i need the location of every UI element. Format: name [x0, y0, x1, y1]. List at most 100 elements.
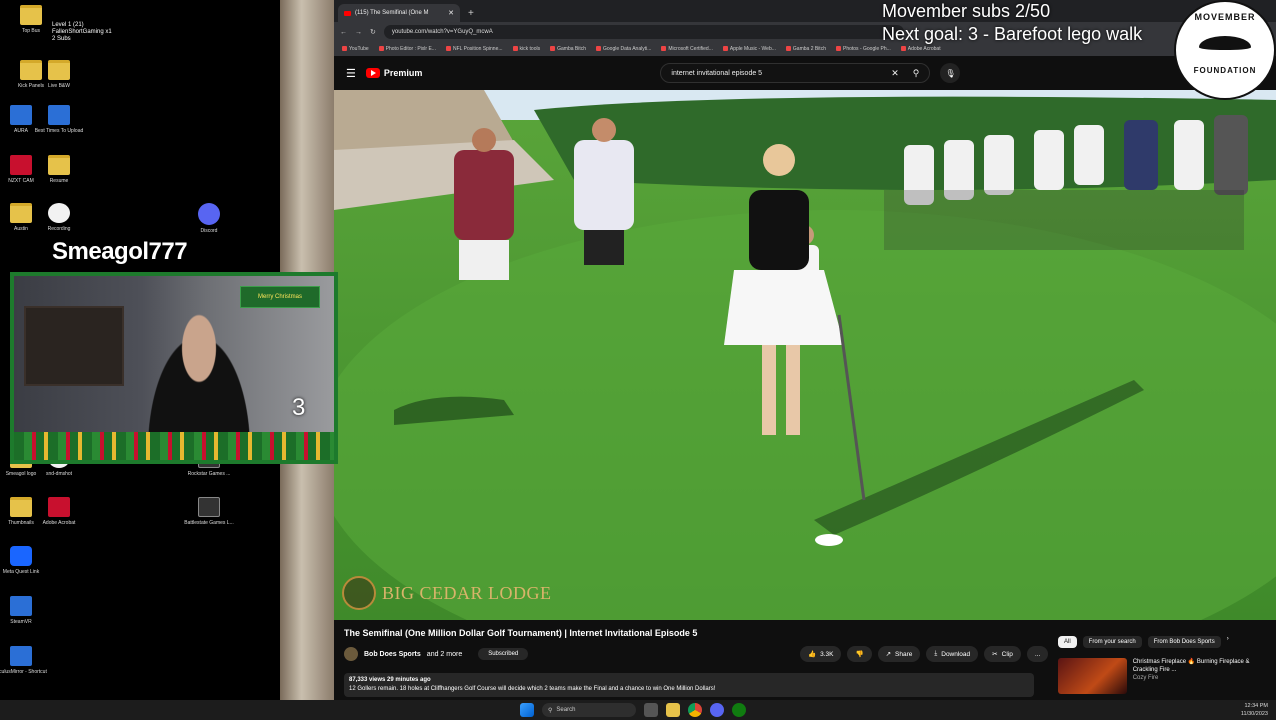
cam-sign: Merry Christmas	[240, 286, 320, 308]
bookmark-item[interactable]: kick tools	[513, 46, 541, 52]
folder-icon	[10, 203, 32, 223]
alert-line-1: Level 1 (21)	[52, 22, 84, 28]
app-icon	[10, 546, 32, 566]
youtube-tab-icon	[344, 10, 351, 16]
subscribed-button[interactable]: Subscribed	[478, 648, 529, 660]
desktop-icon-label: SteamVR	[10, 619, 32, 625]
chevron-right-icon[interactable]: ›	[1227, 636, 1229, 648]
thumbs-up-icon: 👍	[808, 651, 817, 658]
desktop-icon-label: Resume	[49, 178, 69, 184]
desktop-icon[interactable]: Discord	[182, 203, 236, 234]
bookmark-item[interactable]: Google Data Analyti...	[596, 46, 651, 52]
chrome-icon[interactable]	[688, 703, 702, 717]
taskbar-search[interactable]: ⚲ Search	[542, 703, 636, 717]
scissors-icon: ✂	[992, 651, 998, 658]
desktop-icon[interactable]: Live B&W	[32, 60, 86, 89]
desktop-icon-label: Adobe Acrobat	[42, 520, 76, 526]
file-explorer-icon[interactable]	[666, 703, 680, 717]
reload-icon[interactable]: ↻	[370, 28, 376, 36]
goal-line-2: Next goal: 3 - Barefoot lego walk	[882, 24, 1143, 44]
desktop-icon[interactable]: OculusMirror - Shortcut	[0, 646, 48, 675]
description-text: 12 Gollers remain. 18 holes at Cliffhang…	[349, 686, 716, 692]
mustache-icon	[1199, 36, 1251, 50]
bookmark-item[interactable]: Apple Music - Web...	[723, 46, 776, 52]
desktop-icon[interactable]: Best Times To Upload	[32, 105, 86, 134]
bookmark-item[interactable]: Photos - Google Ph...	[836, 46, 891, 52]
channel-avatar[interactable]	[344, 647, 358, 661]
big-cedar-lodge-watermark: BIG CEDAR LODGE	[342, 576, 552, 610]
views-line: 87,333 views 29 minutes ago	[349, 677, 431, 683]
thumbs-down-icon: 👎	[855, 651, 864, 658]
download-button[interactable]: ⤓ Download	[926, 646, 979, 662]
desktop-icon[interactable]: Top Bus	[4, 5, 58, 34]
desktop-icon[interactable]: Resume	[32, 155, 86, 184]
like-count: 3.3K	[820, 650, 834, 658]
bookmark-item[interactable]: Photo Editor : Pixlr E...	[379, 46, 436, 52]
bookmark-item[interactable]: YouTube	[342, 46, 369, 52]
filter-chips: All From your search From Bob Does Sport…	[1058, 636, 1272, 648]
taskbar-search-placeholder: Search	[556, 707, 576, 713]
more-icon: ...	[1034, 650, 1041, 658]
app-icon	[48, 203, 70, 223]
screen: Top Bus Kick Panels Live B&W AURA Best Times…	[0, 0, 1276, 720]
bookmark-item[interactable]: NFL Position Spinne...	[446, 46, 503, 52]
description-box[interactable]: 87,333 views 29 minutes ago 12 Gollers r…	[344, 673, 1034, 697]
desktop-icon-label: NZXT CAM	[8, 178, 34, 184]
share-label: Share	[895, 650, 913, 658]
channel-name[interactable]: Bob Does Sports	[364, 651, 421, 658]
task-view-icon[interactable]	[644, 703, 658, 717]
clip-button[interactable]: ✂ Clip	[984, 646, 1021, 662]
bookmark-item[interactable]: Gamba Bitch	[550, 46, 586, 52]
app-icon	[10, 155, 32, 175]
clear-search-icon[interactable]: ✕	[891, 68, 899, 79]
system-tray[interactable]: 12:34 PM 11/30/2023	[1241, 702, 1268, 718]
bookmark-item[interactable]: Microsoft Certified...	[661, 46, 712, 52]
more-actions-button[interactable]: ...	[1026, 646, 1049, 662]
back-icon[interactable]: ←	[340, 29, 347, 36]
close-tab-icon[interactable]: ✕	[448, 9, 454, 17]
search-query: internet invitational episode 5	[671, 69, 763, 77]
desktop-icon-label: Discord	[200, 228, 218, 234]
taskbar: ⚲ Search 12:34 PM 11/30/2023	[0, 700, 1276, 720]
desktop-icon[interactable]: SteamVR	[0, 596, 48, 625]
menu-icon[interactable]: ☰	[346, 67, 356, 80]
chip-all[interactable]: All	[1058, 636, 1077, 648]
voice-search-icon[interactable]: 🎙	[940, 63, 961, 83]
xbox-icon[interactable]	[732, 703, 746, 717]
alert-line-2: FallenShortGaming x1	[52, 29, 112, 35]
desktop-icon[interactable]: Recording	[32, 203, 86, 232]
stream-name: Smeagol777	[52, 238, 188, 265]
video-player[interactable]: BIG CEDAR LODGE	[334, 90, 1276, 620]
recommended-video[interactable]: Christmas Fireplace 🔥 Burning Fireplace …	[1058, 658, 1272, 694]
download-icon: ⤓	[934, 650, 938, 657]
dislike-button[interactable]: 👎	[847, 646, 872, 662]
like-button[interactable]: 👍 3.3K	[800, 646, 842, 662]
chip-from-channel[interactable]: From Bob Does Sports	[1147, 636, 1221, 648]
app-icon	[198, 497, 220, 517]
windows-start-icon[interactable]	[520, 703, 534, 717]
rec-thumbnail[interactable]	[1058, 658, 1127, 694]
desktop-icon-label: AURA	[14, 128, 28, 134]
search-input[interactable]: internet invitational episode 5 ✕ ⚲	[660, 63, 931, 83]
desktop-icon[interactable]: Adobe Acrobat	[32, 497, 86, 526]
discord-icon[interactable]	[710, 703, 724, 717]
youtube-logo[interactable]: Premium	[365, 68, 422, 78]
desktop-icon[interactable]: Battlestate Games L...	[182, 497, 236, 526]
bookmark-item[interactable]: Adobe Acrobat	[901, 46, 941, 52]
search-icon[interactable]: ⚲	[913, 68, 920, 79]
video-frame	[334, 90, 1276, 620]
channel-more[interactable]: and 2 more	[427, 651, 462, 658]
tab-youtube-video[interactable]: (115) The Semifinal (One M ✕	[338, 4, 460, 22]
folder-icon	[48, 155, 70, 175]
forward-icon[interactable]: →	[355, 29, 362, 36]
address-bar[interactable]: youtube.com/watch?v=YGuyQ_mcwA	[383, 25, 904, 39]
video-actions: 👍 3.3K 👎 ↗ Share ⤓ Download ✂ Clip ...	[800, 646, 1049, 662]
new-tab-button[interactable]: +	[468, 8, 474, 22]
goal-line-1: Movember subs 2/50	[882, 1, 1051, 21]
bookmark-item[interactable]: Gamba 2 Bitch	[786, 46, 826, 52]
chip-from-search[interactable]: From your search	[1082, 636, 1142, 648]
share-button[interactable]: ↗ Share	[877, 646, 921, 662]
desktop-icon-label: Austin	[14, 226, 28, 232]
app-icon	[198, 203, 220, 225]
desktop-icon[interactable]: Meta Quest Link	[0, 546, 48, 575]
